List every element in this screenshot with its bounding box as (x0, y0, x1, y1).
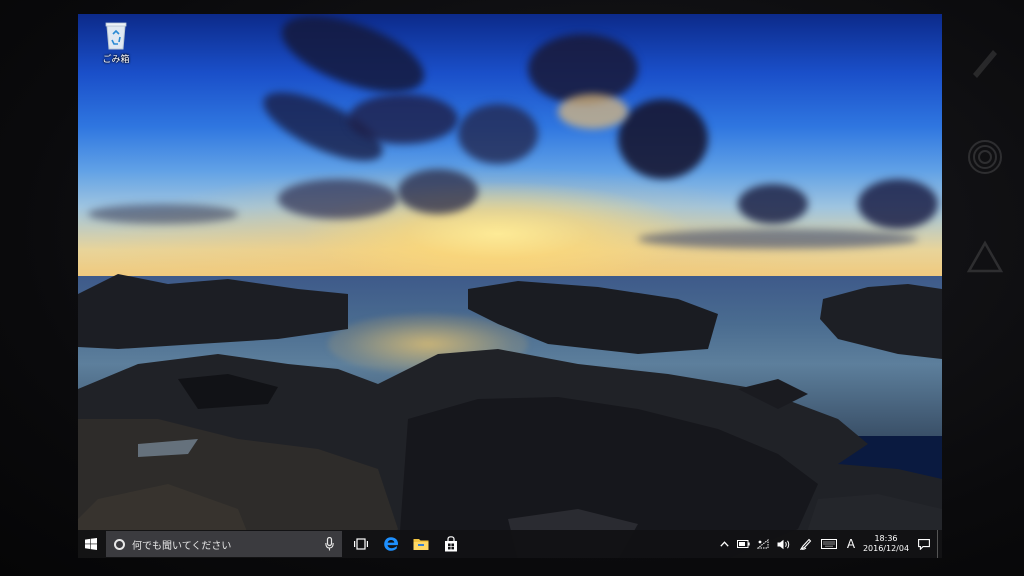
start-button[interactable] (78, 530, 104, 558)
touch-keyboard-button[interactable] (817, 530, 841, 558)
file-explorer-button[interactable] (406, 530, 436, 558)
windows-logo-icon (85, 538, 97, 550)
ime-indicator[interactable]: A (841, 530, 861, 558)
wallpaper-cloud (398, 169, 478, 214)
wallpaper-cloud (858, 179, 938, 229)
windows-ink-button[interactable] (795, 530, 817, 558)
wallpaper-cloud (278, 179, 398, 219)
wallpaper-cloud (458, 104, 538, 164)
volume-icon (777, 539, 790, 549)
task-view-icon (354, 538, 368, 550)
wallpaper-cloud (738, 184, 808, 224)
wallpaper-cloud (638, 229, 918, 249)
desktop-icon-recycle-bin[interactable]: ごみ箱 (94, 20, 138, 70)
fingerprint-icon (968, 140, 1002, 174)
desktop-icon-label: ごみ箱 (102, 55, 130, 65)
edge-button[interactable] (376, 530, 406, 558)
pen-logo-icon (973, 50, 997, 78)
screen: ごみ箱 何でも聞いてください A 18:36 2016/12/04 (78, 14, 942, 558)
folder-icon (413, 539, 429, 550)
task-view-button[interactable] (346, 530, 376, 558)
store-button[interactable] (436, 530, 466, 558)
clock[interactable]: 18:36 2016/12/04 (861, 534, 911, 554)
wallpaper-cloud (88, 204, 238, 224)
store-bag-icon (445, 536, 457, 552)
battery-button[interactable] (733, 530, 753, 558)
system-tray: A 18:36 2016/12/04 (715, 530, 942, 558)
recycle-bin-icon (105, 22, 127, 50)
taskbar: 何でも聞いてください A 18:36 2016/12/04 (78, 530, 942, 558)
show-hidden-icons-button[interactable] (715, 530, 733, 558)
hardware-buttons (955, 40, 1015, 290)
wallpaper-rocks (78, 274, 942, 558)
keyboard-icon (821, 539, 837, 549)
wallpaper-cloud (528, 34, 638, 104)
volume-button[interactable] (773, 530, 795, 558)
wallpaper-cloud (558, 94, 628, 129)
chevron-up-icon (719, 541, 729, 547)
search-box[interactable]: 何でも聞いてください (106, 531, 342, 557)
wallpaper-cloud (618, 99, 708, 179)
pen-icon (800, 538, 812, 550)
cortana-circle-icon (114, 538, 125, 550)
show-desktop-button[interactable] (937, 530, 942, 558)
wallpaper-cloud (348, 94, 458, 144)
clock-date: 2016/12/04 (862, 544, 910, 553)
back-triangle-icon (966, 240, 1004, 273)
network-icon (757, 539, 769, 549)
edge-icon (384, 537, 398, 551)
action-center-button[interactable] (911, 530, 937, 558)
microphone-icon[interactable] (325, 537, 334, 551)
network-button[interactable] (753, 530, 773, 558)
action-center-icon (918, 538, 930, 550)
battery-icon (736, 540, 750, 548)
clock-time: 18:36 (874, 534, 898, 543)
search-placeholder: 何でも聞いてください (132, 540, 232, 552)
